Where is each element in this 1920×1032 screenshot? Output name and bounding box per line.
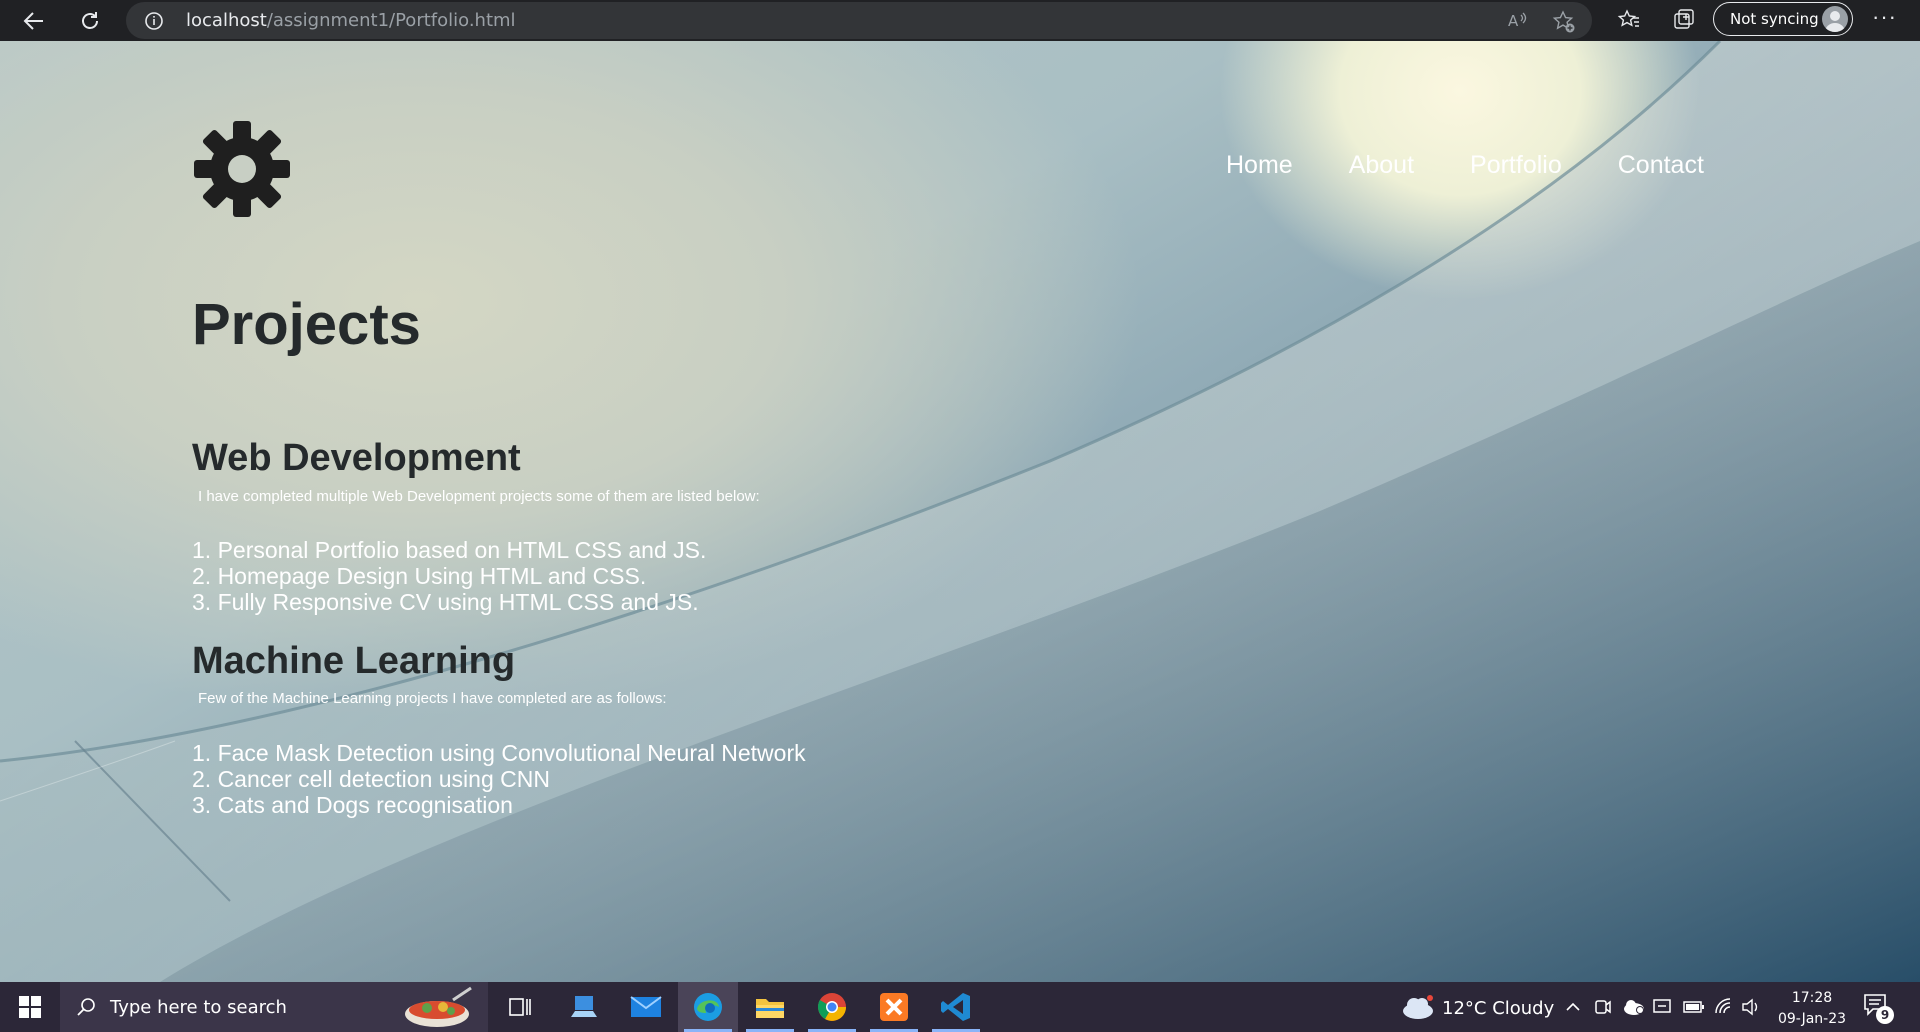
- search-icon: [77, 998, 95, 1016]
- clock-date: 09-Jan-23: [1777, 1011, 1847, 1027]
- list-item: 2. Cancer cell detection using CNN: [192, 766, 550, 792]
- search-highlight-salad-icon: [405, 986, 472, 1027]
- battery-icon[interactable]: [1683, 999, 1705, 1015]
- wifi-icon[interactable]: [1714, 997, 1734, 1017]
- collections-icon[interactable]: [1672, 8, 1696, 32]
- notification-center-button[interactable]: 9: [1862, 992, 1902, 1024]
- gear-logo-icon[interactable]: [192, 119, 292, 219]
- chevron-up-icon[interactable]: [1565, 999, 1581, 1015]
- onedrive-icon[interactable]: [1622, 997, 1646, 1017]
- more-options-button[interactable]: ···: [1872, 4, 1897, 30]
- weather-cloudy-icon[interactable]: [1400, 993, 1436, 1021]
- back-arrow-icon: [23, 12, 43, 30]
- taskbar-app-mail[interactable]: [616, 982, 676, 1032]
- system-clock[interactable]: 17:28 09-Jan-23: [1766, 988, 1858, 1030]
- add-favorite-icon[interactable]: [1552, 10, 1576, 34]
- windows-logo-icon: [19, 996, 41, 1018]
- list-item: 3. Fully Responsive CV using HTML CSS an…: [192, 589, 699, 615]
- meet-now-icon[interactable]: [1594, 997, 1612, 1017]
- edge-browser-icon: [694, 993, 722, 1021]
- address-bar[interactable]: localhost/assignment1/Portfolio.html A: [126, 2, 1592, 39]
- section-heading-web: Web Development: [192, 437, 521, 479]
- refresh-button[interactable]: [73, 4, 107, 38]
- network-status-icon[interactable]: [1652, 997, 1674, 1017]
- avatar: [1822, 6, 1848, 32]
- nav-home[interactable]: Home: [1226, 151, 1293, 180]
- volume-icon[interactable]: [1741, 997, 1761, 1017]
- list-item: 1. Face Mask Detection using Convolution…: [192, 740, 806, 766]
- taskbar-app-xampp[interactable]: [864, 982, 924, 1032]
- remote-desktop-icon: [571, 996, 597, 1017]
- site-nav: Home About Portfolio Contact: [1226, 151, 1704, 180]
- browser-toolbar: localhost/assignment1/Portfolio.html A N…: [0, 0, 1920, 41]
- weather-text[interactable]: 12°C Cloudy: [1442, 998, 1554, 1019]
- taskbar-app-file-explorer[interactable]: [740, 982, 800, 1032]
- start-button[interactable]: [0, 982, 60, 1032]
- svg-text:A: A: [1508, 12, 1519, 30]
- back-button[interactable]: [17, 4, 51, 38]
- list-item: 2. Homepage Design Using HTML and CSS.: [192, 563, 647, 589]
- section-description-ml: Few of the Machine Learning projects I h…: [198, 690, 667, 707]
- sync-label: Not syncing: [1730, 10, 1819, 28]
- taskbar-search-box[interactable]: Type here to search: [60, 982, 488, 1032]
- vscode-icon: [941, 993, 970, 1021]
- search-placeholder: Type here to search: [110, 997, 287, 1018]
- refresh-icon: [82, 12, 98, 29]
- notification-count-badge: 9: [1876, 1006, 1894, 1024]
- site-info-icon[interactable]: [144, 11, 164, 31]
- ml-projects-list: 1. Face Mask Detection using Convolution…: [192, 740, 806, 818]
- taskbar-app-chrome[interactable]: [802, 982, 862, 1032]
- folder-icon: [756, 999, 784, 1018]
- windows-taskbar: Type here to search 12°C Cloudy 17:28 09…: [0, 982, 1920, 1032]
- nav-about[interactable]: About: [1349, 151, 1414, 180]
- mail-icon: [630, 996, 662, 1017]
- chrome-browser-icon: [817, 993, 846, 1021]
- section-description-web: I have completed multiple Web Developmen…: [198, 488, 760, 505]
- read-aloud-icon[interactable]: A: [1506, 10, 1528, 32]
- profile-sync-button[interactable]: Not syncing: [1713, 2, 1853, 36]
- list-item: 3. Cats and Dogs recognisation: [192, 792, 513, 818]
- url-text[interactable]: localhost/assignment1/Portfolio.html: [186, 10, 516, 31]
- clock-time: 17:28: [1791, 990, 1833, 1006]
- section-heading-ml: Machine Learning: [192, 640, 516, 682]
- favorites-icon[interactable]: [1617, 8, 1641, 32]
- nav-contact[interactable]: Contact: [1618, 151, 1704, 180]
- task-view-button[interactable]: [490, 982, 550, 1032]
- list-item: 1. Personal Portfolio based on HTML CSS …: [192, 537, 707, 563]
- taskbar-app-vscode[interactable]: [926, 982, 986, 1032]
- page-title: Projects: [192, 292, 421, 357]
- user-avatar-icon: [1825, 11, 1845, 32]
- portfolio-page: Home About Portfolio Contact Projects We…: [0, 41, 1920, 982]
- task-view-icon: [509, 998, 531, 1016]
- xampp-icon: [880, 993, 908, 1021]
- web-projects-list: 1. Personal Portfolio based on HTML CSS …: [192, 537, 706, 615]
- taskbar-app-remote-desktop[interactable]: [554, 982, 614, 1032]
- taskbar-app-edge[interactable]: [678, 982, 738, 1032]
- nav-portfolio[interactable]: Portfolio: [1470, 151, 1562, 180]
